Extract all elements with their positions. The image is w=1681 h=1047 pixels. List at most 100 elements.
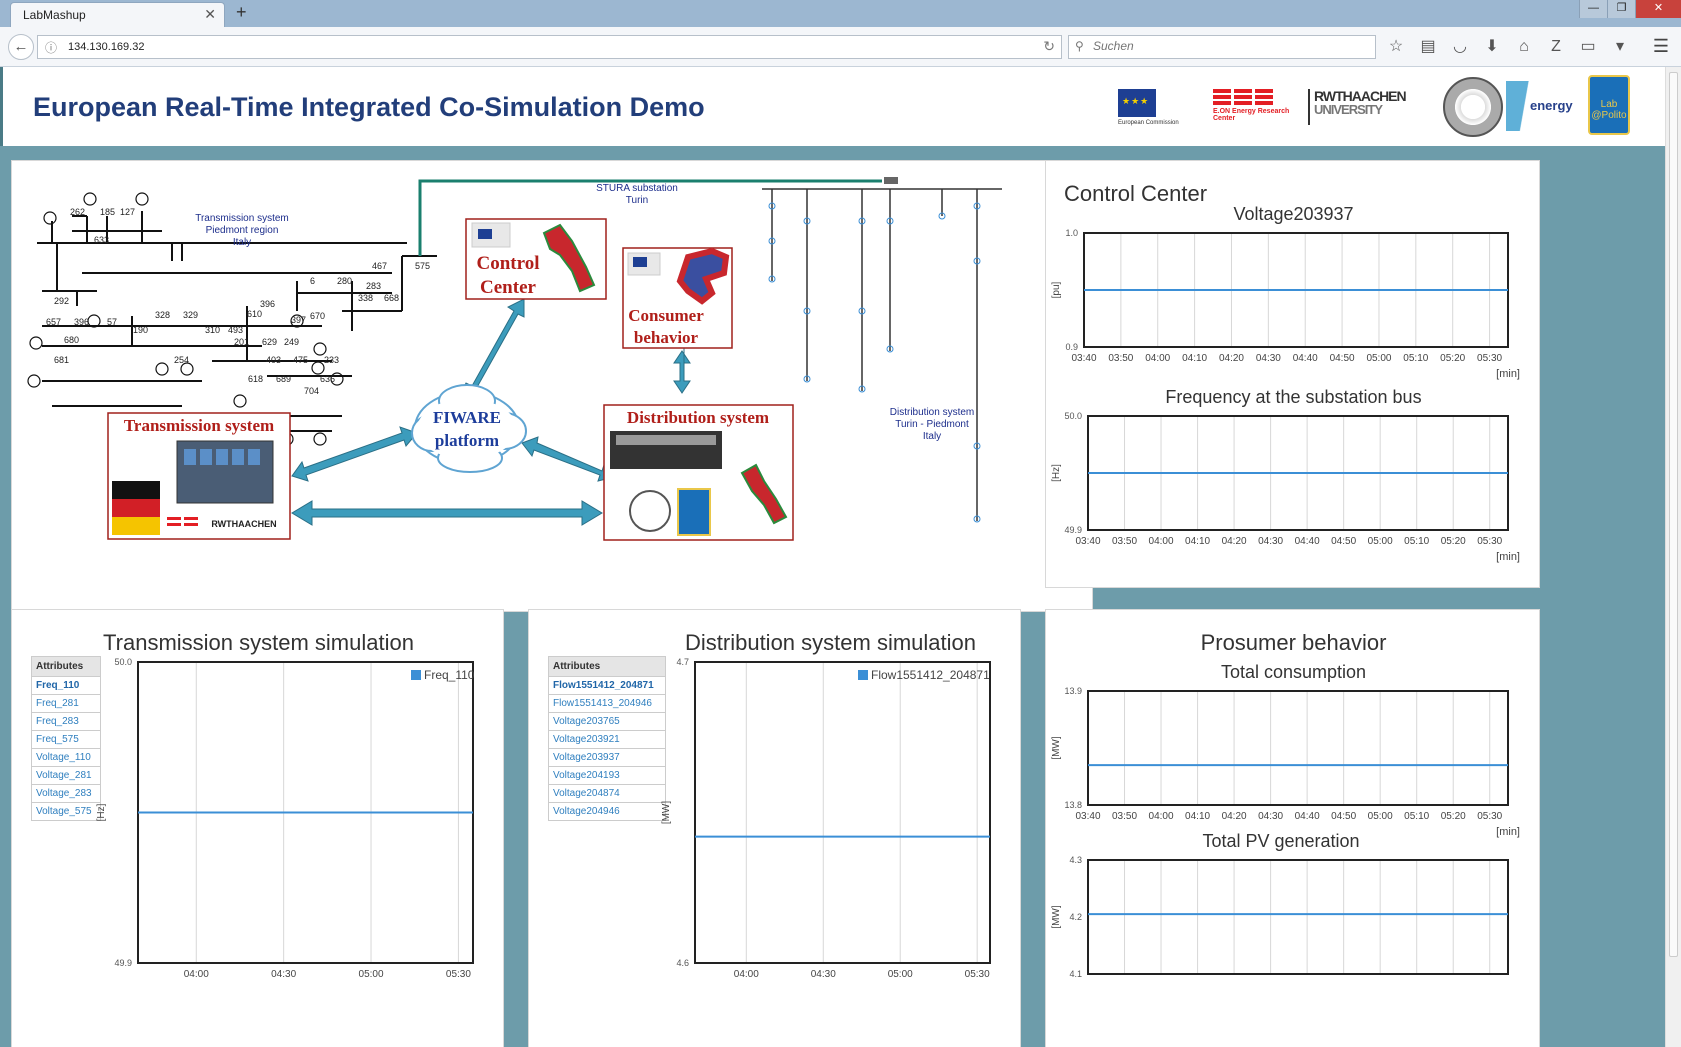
frequency-chart: 50.0 49.903:40 03:50 04:00 04:10 04:20 04:30 04… [1051,411,1520,563]
transmission-chart: 50.0 49.9 04:00 04:30 05:00 05:30 [Hz] Freq_110 [96,657,475,980]
svg-text:201: 201 [234,337,249,347]
x-tick-label: 05:20 [1440,353,1465,364]
zotero-icon[interactable]: Z [1545,37,1567,57]
home-icon[interactable]: ⌂ [1513,37,1535,57]
prosumer-panel: Prosumer behavior Total consumption 13.9… [1045,609,1540,1047]
x-tick-label: 04:10 [1182,353,1207,364]
prosumer-title: Prosumer behavior [1200,630,1387,655]
window-controls: — ❐ ✕ [1579,0,1681,18]
partner-logos: European Commission E.ON Energy Research… [1098,75,1638,137]
fiware-label-line1: FIWARE [433,408,501,427]
bookmark-star-icon[interactable]: ☆ [1385,37,1407,57]
transmission-sim-title: Transmission system simulation [103,630,414,655]
x-tick-label: 04:40 [1293,353,1318,364]
y-tick-label: 13.8 [1064,800,1082,810]
y-tick-label: 4.6 [676,958,689,968]
dropdown-icon[interactable]: ▾ [1609,37,1631,57]
distribution-map-title-line1: Distribution system [890,407,974,418]
svg-text:262: 262 [70,207,85,217]
x-tick-label: 04:50 [1330,353,1355,364]
rwth-aachen-logo: RWTHAACHEN UNIVERSITY [1308,89,1418,125]
pocket-icon[interactable]: ◡ [1449,37,1471,57]
x-tick-label: 05:10 [1404,536,1429,547]
svg-text:610: 610 [247,309,262,319]
transmission-system-label: Transmission system [124,416,274,435]
architecture-diagram: 262 185 127 633 467 575 6 280 283 292 338 668 39… [27,177,1002,541]
svg-text:629: 629 [262,337,277,347]
x-axis-unit-label: [min] [1496,551,1520,563]
x-tick-label: 03:40 [1071,353,1096,364]
x-tick-label: 05:00 [888,969,913,980]
page-scrollbar[interactable] [1665,67,1681,1047]
eon-erc-logo: E.ON Energy Research Center [1213,89,1303,129]
browser-tab-bar: LabMashup ✕ + — ❐ ✕ [0,0,1681,27]
back-button[interactable]: ← [8,34,34,60]
svg-text:329: 329 [183,310,198,320]
y-tick-label: 49.9 [1064,525,1082,535]
svg-text:310: 310 [205,325,220,335]
svg-text:575: 575 [415,261,430,271]
svg-text:185: 185 [100,207,115,217]
substation-transformer [884,177,898,184]
address-bar[interactable]: ⓘ 134.130.169.32 ↻ [37,35,1062,59]
svg-text:338: 338 [358,293,373,303]
svg-text:689: 689 [276,374,291,384]
tab-close-icon[interactable]: ✕ [204,6,216,23]
x-tick-label: 04:50 [1331,811,1356,822]
control-center-box: Control Center [465,218,607,300]
browser-tab[interactable]: LabMashup ✕ [10,2,225,27]
dashboard-page: European Real-Time Integrated Co-Simulat… [0,67,1665,1047]
svg-text:249: 249 [284,337,299,347]
close-window-button[interactable]: ✕ [1635,0,1681,18]
svg-text:292: 292 [54,296,69,306]
svg-text:328: 328 [155,310,170,320]
svg-text:475: 475 [293,355,308,365]
polito-seal-logo [1443,77,1503,137]
voltage-chart-title: Voltage203937 [1233,204,1354,224]
download-icon[interactable]: ⬇ [1481,37,1503,57]
reload-icon[interactable]: ↻ [1043,38,1055,55]
url-text[interactable]: 134.130.169.32 [68,41,144,53]
x-tick-label: 05:00 [359,969,384,980]
x-tick-label: 04:30 [1258,811,1283,822]
svg-text:668: 668 [384,293,399,303]
svg-text:280: 280 [337,276,352,286]
svg-text:403: 403 [266,355,281,365]
search-input[interactable] [1093,39,1363,53]
svg-text:681: 681 [54,355,69,365]
x-tick-label: 04:30 [271,969,296,980]
control-center-panel: Control Center Voltage203937 1.0 0.9 03:40… [1045,160,1540,588]
scroll-thumb[interactable] [1669,72,1678,957]
transmission-map-title-line1: Transmission system [195,213,289,224]
y-tick-label: 49.9 [114,958,132,968]
legend-swatch [858,670,868,680]
distribution-map-title-line3: Italy [923,431,941,442]
x-tick-label: 04:00 [184,969,209,980]
search-bar[interactable]: ⚲ [1068,35,1376,59]
hamburger-menu-icon[interactable]: ☰ [1653,36,1669,57]
y-tick-label: 50.0 [1064,411,1082,421]
search-icon: ⚲ [1075,39,1084,53]
svg-text:127: 127 [120,207,135,217]
page-title: European Real-Time Integrated Co-Simulat… [33,92,705,122]
reading-list-icon[interactable]: ▤ [1417,37,1439,57]
fiware-label-line2: platform [435,431,499,450]
new-tab-button[interactable]: + [236,2,247,23]
screenshot-icon[interactable]: ▭ [1577,37,1599,57]
transmission-map-title-line3: Italy [233,237,251,248]
consumer-behavior-label-line2: behavior [634,328,699,347]
control-center-label-line1: Control [477,253,540,274]
x-tick-label: 05:10 [1404,811,1429,822]
minimize-button[interactable]: — [1579,0,1607,18]
y-tick-label: 1.0 [1065,228,1078,238]
x-tick-label: 03:40 [1075,811,1100,822]
x-tick-label: 05:00 [1368,811,1393,822]
x-tick-label: 05:30 [1477,811,1502,822]
distribution-system-label: Distribution system [627,408,769,427]
x-tick-label: 03:50 [1112,536,1137,547]
info-icon[interactable]: ⓘ [45,39,57,56]
consumer-behavior-label-line1: Consumer [628,306,704,325]
restore-button[interactable]: ❐ [1607,0,1635,18]
x-tick-label: 05:10 [1403,353,1428,364]
distribution-sim-panel: Distribution system simulation Attribute… [528,609,1021,1047]
